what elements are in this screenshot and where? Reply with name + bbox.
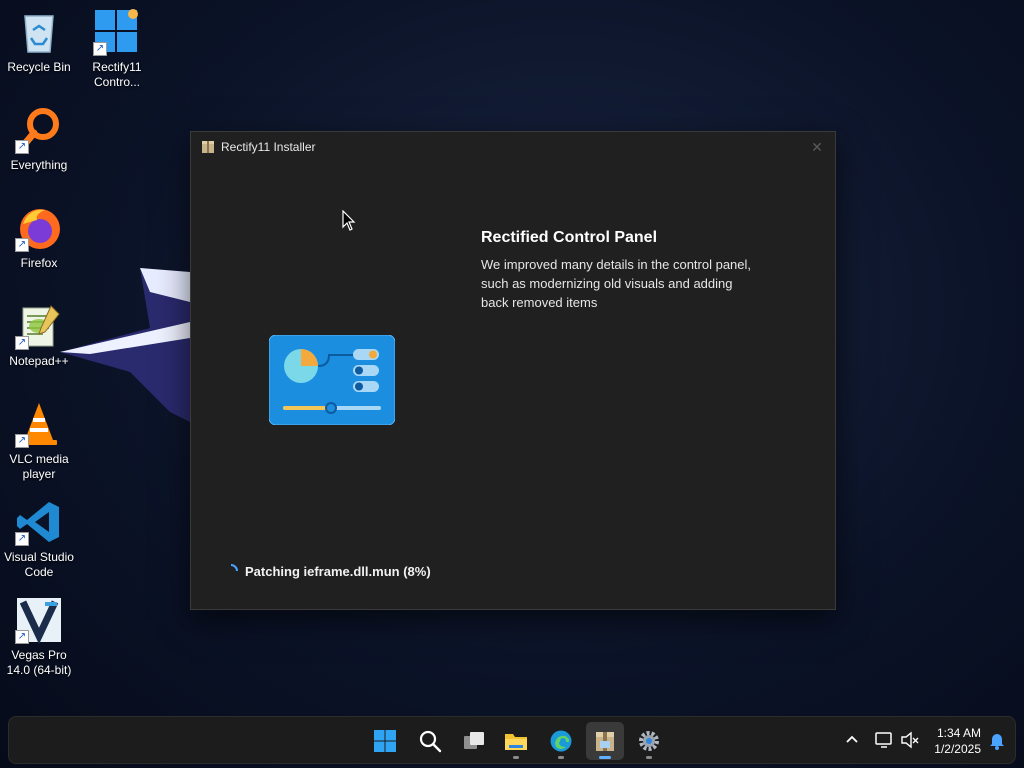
install-status-text: Patching ieframe.dll.mun (8%) — [245, 564, 431, 579]
shortcut-arrow-icon: ↗ — [15, 336, 29, 350]
running-indicator — [558, 756, 564, 759]
desktop-icon-vegas-pro[interactable]: ↗ Vegas Pro 14.0 (64-bit) — [0, 596, 78, 678]
loading-spinner-icon — [230, 564, 238, 572]
running-indicator — [646, 756, 652, 759]
shortcut-arrow-icon: ↗ — [15, 434, 29, 448]
file-explorer-button[interactable] — [497, 722, 535, 760]
recycle-bin-icon — [24, 15, 54, 53]
desktop-icon-notepad-plus-plus[interactable]: ↗ Notepad++ — [0, 302, 78, 369]
feature-description: We improved many details in the control … — [481, 257, 752, 310]
shortcut-arrow-icon: ↗ — [15, 140, 29, 154]
desktop-icon-firefox[interactable]: ↗ Firefox — [0, 204, 78, 271]
mouse-cursor-icon — [342, 210, 356, 231]
shortcut-arrow-icon: ↗ — [15, 238, 29, 252]
clock[interactable]: 1:34 AM 1/2/2025 — [934, 725, 981, 757]
settings-button[interactable] — [630, 722, 668, 760]
installer-package-icon — [596, 732, 614, 751]
search-icon — [419, 730, 442, 753]
folder-icon — [505, 734, 527, 750]
edge-button[interactable] — [542, 722, 580, 760]
network-icon — [875, 732, 892, 748]
clock-time: 1:34 AM — [936, 726, 981, 740]
task-view-icon — [464, 732, 484, 749]
volume-button[interactable] — [899, 729, 921, 751]
gear-icon — [639, 731, 659, 751]
desktop-icon-vscode[interactable]: ↗ Visual Studio Code — [0, 498, 78, 580]
desktop-icon-rectify11-control-panel[interactable]: ↗ Rectify11 Contro... — [78, 8, 156, 90]
bell-icon — [990, 734, 1004, 750]
desktop-icon-everything[interactable]: ↗ Everything — [0, 106, 78, 173]
clock-date: 1/2/2025 — [934, 742, 981, 756]
taskbar: 1:34 AM 1/2/2025 — [8, 716, 1016, 764]
feature-title: Rectified Control Panel — [481, 229, 658, 246]
shortcut-arrow-icon: ↗ — [93, 42, 107, 56]
search-button[interactable] — [411, 722, 449, 760]
shortcut-arrow-icon: ↗ — [15, 532, 29, 546]
running-indicator — [513, 756, 519, 759]
shortcut-arrow-icon: ↗ — [15, 630, 29, 644]
show-hidden-icons-button[interactable] — [841, 729, 863, 751]
notifications-button[interactable] — [986, 729, 1008, 751]
desktop-icon-recycle-bin[interactable]: Recycle Bin — [0, 8, 78, 75]
installer-window[interactable]: Rectify11 Installer ✕ Rectified Control … — [190, 131, 836, 610]
edge-icon — [550, 730, 572, 752]
network-status-button[interactable] — [873, 729, 895, 751]
windows-start-icon — [374, 730, 396, 752]
window-titlebar[interactable]: Rectify11 Installer ✕ — [191, 132, 835, 164]
installer-package-icon — [202, 141, 214, 153]
control-panel-illustration — [269, 335, 395, 425]
window-title: Rectify11 Installer — [221, 140, 316, 154]
chevron-up-icon — [846, 735, 858, 743]
speaker-muted-icon — [901, 731, 919, 749]
running-indicator — [599, 756, 611, 759]
start-button[interactable] — [366, 722, 404, 760]
close-button[interactable]: ✕ — [805, 136, 829, 160]
desktop-icon-vlc[interactable]: ↗ VLC media player — [0, 400, 78, 482]
rectify11-installer-taskbar-button[interactable] — [586, 722, 624, 760]
task-view-button[interactable] — [455, 722, 493, 760]
